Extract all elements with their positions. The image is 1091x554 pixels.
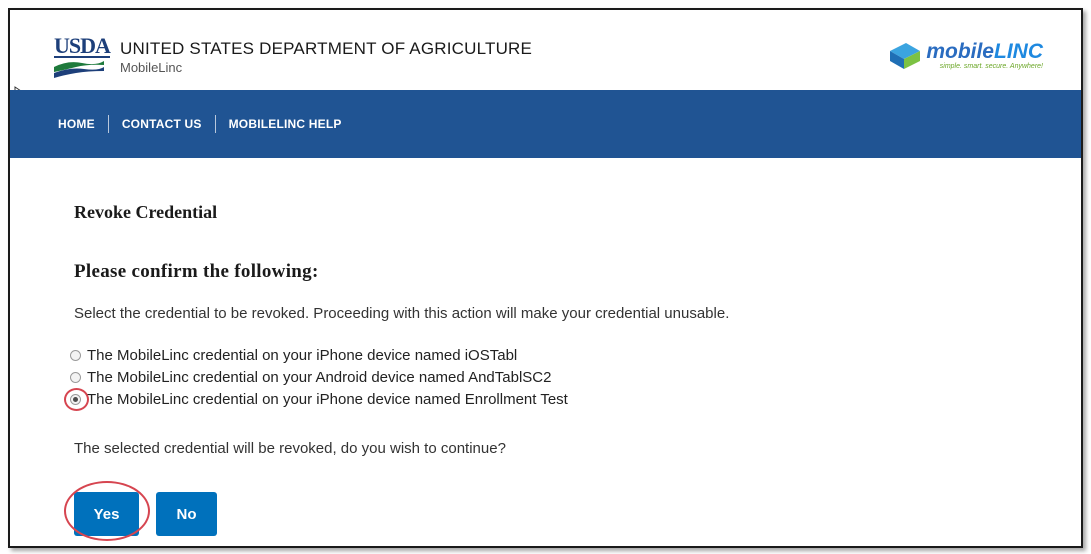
credential-option-2[interactable]: The MobileLinc credential on your Androi… — [70, 366, 568, 388]
credential-radio-2[interactable] — [70, 371, 81, 383]
credential-options: The MobileLinc credential on your iPhone… — [64, 344, 568, 411]
nav-mobilelinc-help[interactable]: MOBILELINC HELP — [216, 115, 355, 133]
nav-contact-us[interactable]: CONTACT US — [109, 115, 215, 133]
credential-option-1[interactable]: The MobileLinc credential on your iPhone… — [70, 344, 568, 366]
yes-button[interactable]: Yes — [64, 481, 150, 541]
mobilelinc-wordmark-group: mobileLINC simple. smart. secure. Anywhe… — [926, 40, 1043, 70]
wordmark-linc: LINC — [994, 40, 1043, 63]
usda-logo-text: USDA — [54, 33, 111, 58]
credential-option-label: The MobileLinc credential on your iPhone… — [87, 390, 568, 408]
mobilelinc-wordmark: mobileLINC — [926, 40, 1043, 63]
nav-links: HOME CONTACT US MOBILELINC HELP — [58, 90, 355, 158]
no-button-label: No — [176, 505, 197, 523]
main-navigation: HOME CONTACT US MOBILELINC HELP — [10, 90, 1081, 158]
mobilelinc-tagline: simple. smart. secure. Anywhere! — [939, 63, 1043, 70]
no-button[interactable]: No — [156, 492, 217, 536]
site-header: USDA UNITED STATES DEPARTMENT OF AGRICUL… — [10, 10, 1081, 90]
confirmation-question: The selected credential will be revoked,… — [74, 440, 506, 457]
credential-radio-1[interactable] — [70, 349, 81, 361]
agency-name: UNITED STATES DEPARTMENT OF AGRICULTURE — [120, 39, 533, 58]
browser-frame: USDA UNITED STATES DEPARTMENT OF AGRICUL… — [8, 8, 1083, 548]
highlight-circle-annotation — [64, 481, 150, 541]
application-name: MobileLinc — [120, 60, 183, 75]
mobilelinc-cube-icon — [890, 43, 921, 69]
usda-logo-hills-icon — [54, 61, 104, 78]
usda-logo[interactable]: USDA — [54, 35, 111, 80]
credential-option-label: The MobileLinc credential on your iPhone… — [87, 346, 518, 364]
mobilelinc-brand-logo[interactable]: mobileLINC simple. smart. secure. Anywhe… — [888, 38, 1043, 74]
highlight-circle-annotation — [64, 387, 89, 411]
page-title: Revoke Credential — [74, 202, 218, 222]
nav-home[interactable]: HOME — [58, 115, 108, 133]
credential-option-3[interactable]: The MobileLinc credential on your iPhone… — [64, 387, 568, 411]
confirm-heading: Please confirm the following: — [74, 261, 319, 282]
credential-radio-3-selected[interactable] — [64, 387, 89, 411]
wordmark-mobile: mobile — [926, 40, 994, 63]
instructions-text: Select the credential to be revoked. Pro… — [74, 305, 730, 322]
action-buttons: Yes No — [64, 481, 217, 541]
credential-option-label: The MobileLinc credential on your Androi… — [87, 368, 552, 386]
